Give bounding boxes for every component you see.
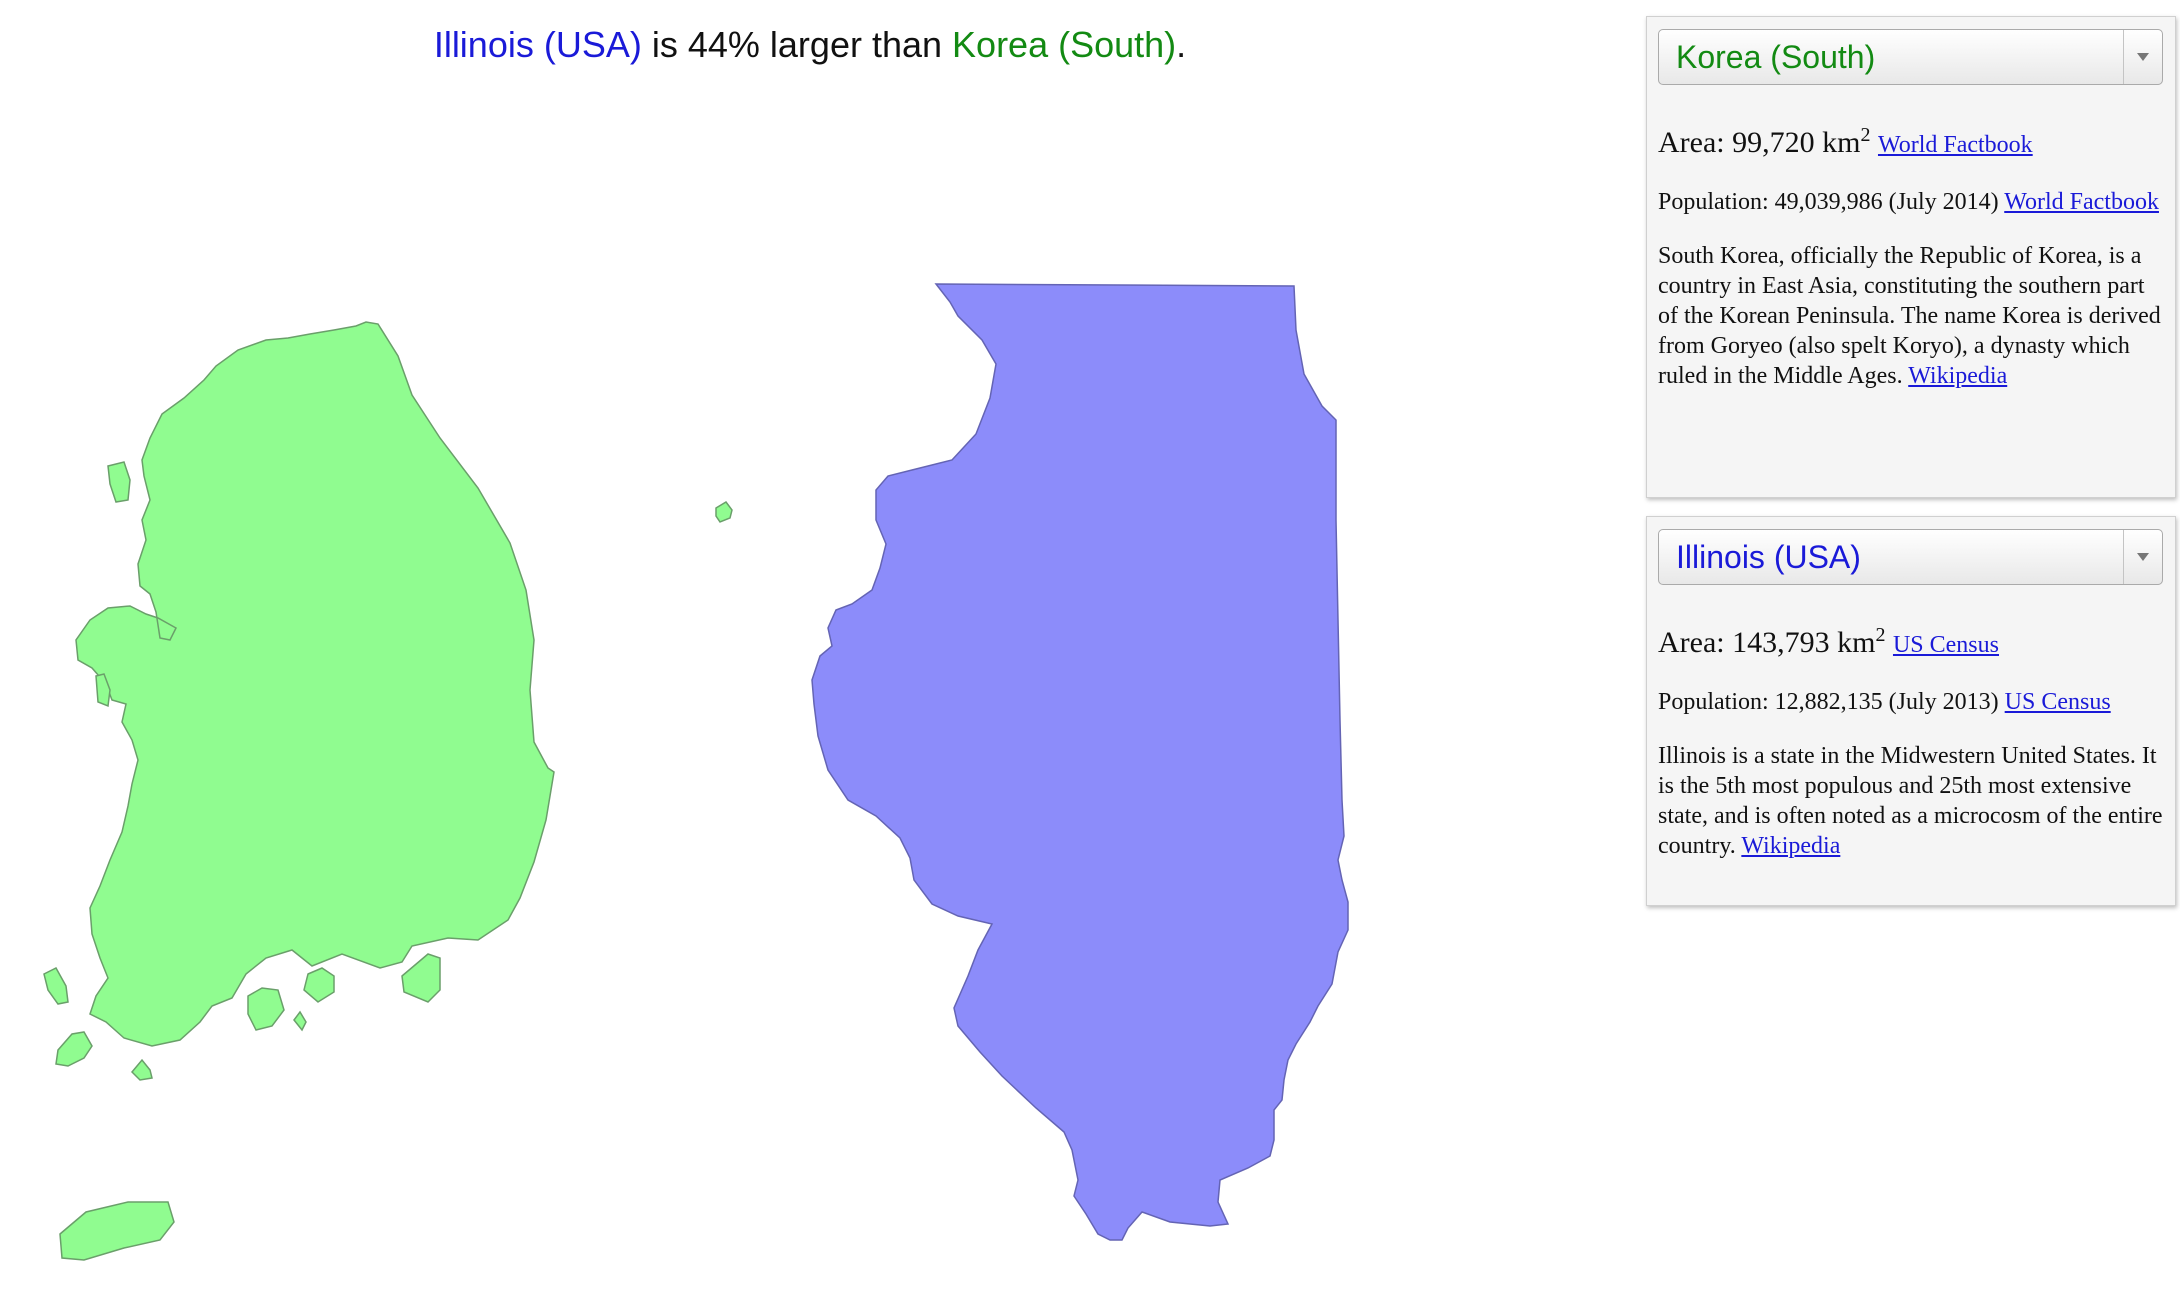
korea-island-south-1 — [130, 1058, 153, 1081]
population-source-link[interactable]: World Factbook — [2004, 189, 2159, 215]
population-line: Population: 12,882,135 (July 2013) US Ce… — [1658, 687, 2163, 717]
population-line: Population: 49,039,986 (July 2014) World… — [1658, 187, 2163, 217]
population-label: Population: — [1658, 189, 1775, 215]
region-description: South Korea, officially the Republic of … — [1658, 241, 2163, 391]
korea-south-shape — [43, 321, 733, 1261]
map-canvas — [0, 80, 1620, 1296]
korea-island-ulleung — [715, 501, 733, 523]
illinois-outline — [811, 283, 1349, 1241]
korea-island-geoje — [401, 953, 441, 1003]
korea-island-south-3 — [293, 1010, 307, 1032]
population-value: 12,882,135 (July 2013) — [1774, 689, 1999, 715]
chevron-down-icon[interactable] — [2123, 30, 2162, 84]
area-label: Area: — [1658, 126, 1733, 159]
headline-period: . — [1176, 24, 1187, 65]
population-source-link[interactable]: US Census — [2005, 689, 2111, 715]
description-source-link[interactable]: Wikipedia — [1908, 363, 2007, 389]
region-description: Illinois is a state in the Midwestern Un… — [1658, 741, 2163, 861]
region-select-korea[interactable]: Korea (South) — [1658, 29, 2163, 85]
region-select-value: Korea (South) — [1676, 39, 1876, 75]
korea-island-south-2 — [247, 987, 285, 1031]
area-unit-exponent: 2 — [1860, 124, 1871, 146]
korea-island-jeju — [59, 1201, 175, 1261]
description-source-link[interactable]: Wikipedia — [1741, 833, 1840, 859]
korea-island-south-4 — [303, 967, 335, 1003]
area-source-link[interactable]: US Census — [1893, 632, 1999, 658]
korea-island-sw-1 — [43, 967, 69, 1005]
area-line: Area: 99,720 km2 World Factbook — [1658, 115, 2163, 165]
illinois-usa-shape — [811, 283, 1349, 1241]
population-label: Population: — [1658, 689, 1775, 715]
area-value: 99,720 km — [1732, 126, 1861, 159]
area-value: 143,793 km — [1732, 626, 1876, 659]
area-source-link[interactable]: World Factbook — [1878, 132, 2033, 158]
korea-island-sw-2 — [55, 1031, 93, 1067]
region-panel-illinois: Illinois (USA) Area: 143,793 km2 US Cens… — [1646, 516, 2176, 906]
chevron-down-icon[interactable] — [2123, 530, 2162, 584]
headline-region-b: Korea (South) — [952, 24, 1177, 65]
description-text: Illinois is a state in the Midwestern Un… — [1658, 743, 2163, 859]
area-line: Area: 143,793 km2 US Census — [1658, 615, 2163, 665]
headline-region-a: Illinois (USA) — [433, 24, 642, 65]
population-value: 49,039,986 (July 2014) — [1774, 189, 1999, 215]
region-select-illinois[interactable]: Illinois (USA) — [1658, 529, 2163, 585]
korea-island-west — [107, 461, 131, 503]
comparison-headline: Illinois (USA) is 44% larger than Korea … — [0, 24, 1620, 66]
area-label: Area: — [1658, 626, 1733, 659]
headline-comparison-text: is 44% larger than — [641, 24, 953, 65]
region-panel-korea: Korea (South) Area: 99,720 km2 World Fac… — [1646, 16, 2176, 498]
korea-mainland — [75, 321, 555, 1047]
map-svg — [43, 283, 1349, 1261]
region-select-value: Illinois (USA) — [1676, 539, 1861, 575]
area-unit-exponent: 2 — [1875, 624, 1886, 646]
